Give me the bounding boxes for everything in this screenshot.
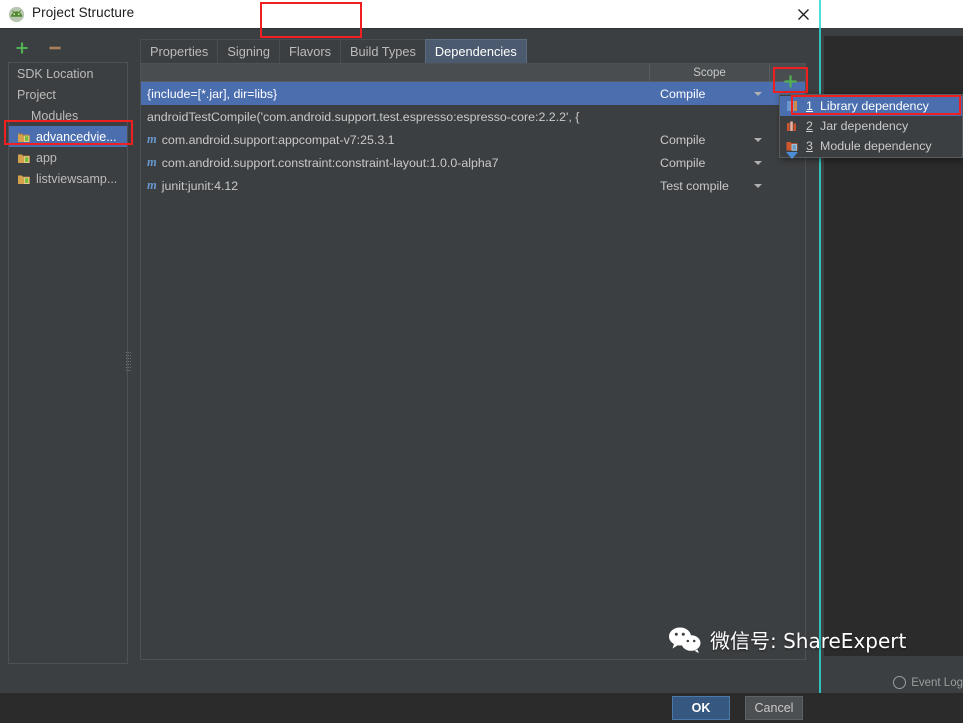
scope-dropdown[interactable]: Compile [650, 87, 770, 101]
menu-item-shortcut: 1 [806, 99, 813, 113]
table-row[interactable]: m com.android.support:appcompat-v7:25.3.… [141, 128, 805, 151]
chevron-down-icon [754, 137, 762, 142]
module-detail-panel: Properties Signing Flavors Build Types D… [136, 30, 812, 664]
sidebar-item-advancedview[interactable]: advancedvie... [9, 126, 127, 147]
tab-label: Build Types [349, 44, 416, 59]
table-header-row: Scope [141, 64, 805, 82]
tab-dependencies[interactable]: Dependencies [424, 39, 527, 63]
chevron-down-icon [754, 91, 762, 96]
menu-scroll-arrow-icon [786, 152, 798, 159]
maven-icon: m [147, 132, 157, 146]
maven-icon: m [147, 155, 157, 169]
dependency-name: com.android.support:appcompat-v7:25.3.1 [161, 132, 395, 147]
tab-label: Dependencies [434, 44, 517, 59]
add-module-icon[interactable] [11, 37, 33, 59]
tab-flavors[interactable]: Flavors [279, 39, 341, 63]
table-row[interactable]: m com.android.support.constraint:constra… [141, 151, 805, 174]
column-header-scope[interactable]: Scope [650, 64, 770, 81]
column-header-name[interactable] [141, 64, 650, 81]
dependency-name: {include=[*.jar], dir=libs} [147, 86, 278, 101]
maven-icon: m [147, 178, 157, 192]
menu-item-shortcut: 2 [806, 119, 813, 133]
table-row[interactable]: m junit:junit:4.12 Test compile [141, 174, 805, 197]
dependency-name-cell: m com.android.support:appcompat-v7:25.3.… [141, 132, 650, 147]
tab-build-types[interactable]: Build Types [339, 39, 426, 63]
menu-item-label: Module dependency [820, 139, 932, 153]
remove-module-icon[interactable] [44, 37, 66, 59]
balloon-icon [893, 676, 907, 689]
sidebar-item-label: advancedvie... [36, 129, 117, 144]
sidebar-group-label: Modules [31, 108, 79, 123]
module-icon [17, 172, 31, 186]
tab-properties[interactable]: Properties [140, 39, 219, 63]
module-icon [785, 139, 799, 153]
table-row[interactable]: {include=[*.jar], dir=libs} Compile [141, 82, 805, 105]
menu-item-label: Jar dependency [820, 119, 909, 133]
dialog-title-bar[interactable]: Project Structure [0, 0, 820, 28]
cancel-button[interactable]: Cancel [745, 696, 803, 720]
sidebar-item-sdk-location[interactable]: SDK Location [9, 63, 127, 84]
add-dependency-button[interactable] [779, 72, 801, 90]
dialog-body: SDK Location Project Modules advancedvie… [0, 30, 820, 720]
panel-splitter-handle[interactable] [126, 352, 131, 374]
page-title: Project Structure [32, 5, 135, 20]
close-icon[interactable] [788, 0, 819, 28]
scope-dropdown[interactable]: Compile [650, 133, 770, 147]
scope-dropdown[interactable]: Test compile [650, 179, 770, 193]
tab-label: Properties [150, 44, 209, 59]
dependency-name-cell: m junit:junit:4.12 [141, 178, 650, 193]
add-dependency-menu[interactable]: 1 Library dependency 2 Jar dependency 3 … [779, 94, 963, 158]
menu-item-label: Library dependency [820, 99, 929, 113]
chevron-down-icon [754, 183, 762, 188]
sidebar-item-label: SDK Location [17, 66, 94, 81]
sidebar-item-label: listviewsamp... [36, 171, 118, 186]
menu-item-shortcut: 3 [806, 139, 813, 153]
sidebar-item-label: Project [17, 87, 56, 102]
sidebar-item-app[interactable]: app [9, 147, 127, 168]
chevron-down-icon [754, 160, 762, 165]
table-row[interactable]: androidTestCompile('com.android.support.… [141, 105, 805, 128]
scope-value: Compile [660, 132, 706, 147]
sidebar-item-label: app [36, 150, 57, 165]
dependency-name: com.android.support.constraint:constrain… [161, 155, 499, 170]
tab-label: Flavors [289, 44, 331, 59]
ide-status-bar: Event Log [820, 672, 963, 693]
tab-signing[interactable]: Signing [217, 39, 281, 63]
dialog-button-bar: OK Cancel [0, 693, 820, 723]
dependency-name-cell: m com.android.support.constraint:constra… [141, 155, 650, 170]
menu-item-library-dependency[interactable]: 1 Library dependency [780, 96, 962, 116]
module-tabs[interactable]: Properties Signing Flavors Build Types D… [140, 38, 527, 63]
project-structure-dialog: Project Structure SDK Location Project M… [0, 0, 820, 720]
jar-icon [785, 119, 799, 133]
menu-item-module-dependency[interactable]: 3 Module dependency [780, 136, 962, 156]
scope-value: Test compile [660, 178, 729, 193]
menu-item-jar-dependency[interactable]: 2 Jar dependency [780, 116, 962, 136]
dependency-name-cell: {include=[*.jar], dir=libs} [141, 87, 650, 101]
ok-button[interactable]: OK [672, 696, 730, 720]
sidebar-item-listviewsample[interactable]: listviewsamp... [9, 168, 127, 189]
tab-label: Signing [227, 44, 271, 59]
project-structure-sidebar[interactable]: SDK Location Project Modules advancedvie… [8, 62, 128, 664]
sidebar-group-modules: Modules [9, 105, 127, 126]
sidebar-item-project[interactable]: Project [9, 84, 127, 105]
module-icon [17, 151, 31, 165]
ide-top-strip [820, 0, 963, 28]
modules-toolbar [8, 37, 128, 59]
library-icon [785, 99, 799, 113]
dependency-name: androidTestCompile('com.android.support.… [147, 109, 580, 124]
dependency-name-cell: androidTestCompile('com.android.support.… [141, 110, 650, 124]
scope-value: Compile [660, 86, 706, 101]
scope-value: Compile [660, 155, 706, 170]
android-studio-icon [8, 6, 25, 23]
module-icon [17, 130, 31, 144]
event-log-label[interactable]: Event Log [911, 677, 963, 689]
dependency-name: junit:junit:4.12 [161, 178, 239, 193]
scope-dropdown[interactable]: Compile [650, 156, 770, 170]
dependencies-table[interactable]: Scope {include=[*.jar], dir=libs} Compil… [140, 63, 806, 660]
